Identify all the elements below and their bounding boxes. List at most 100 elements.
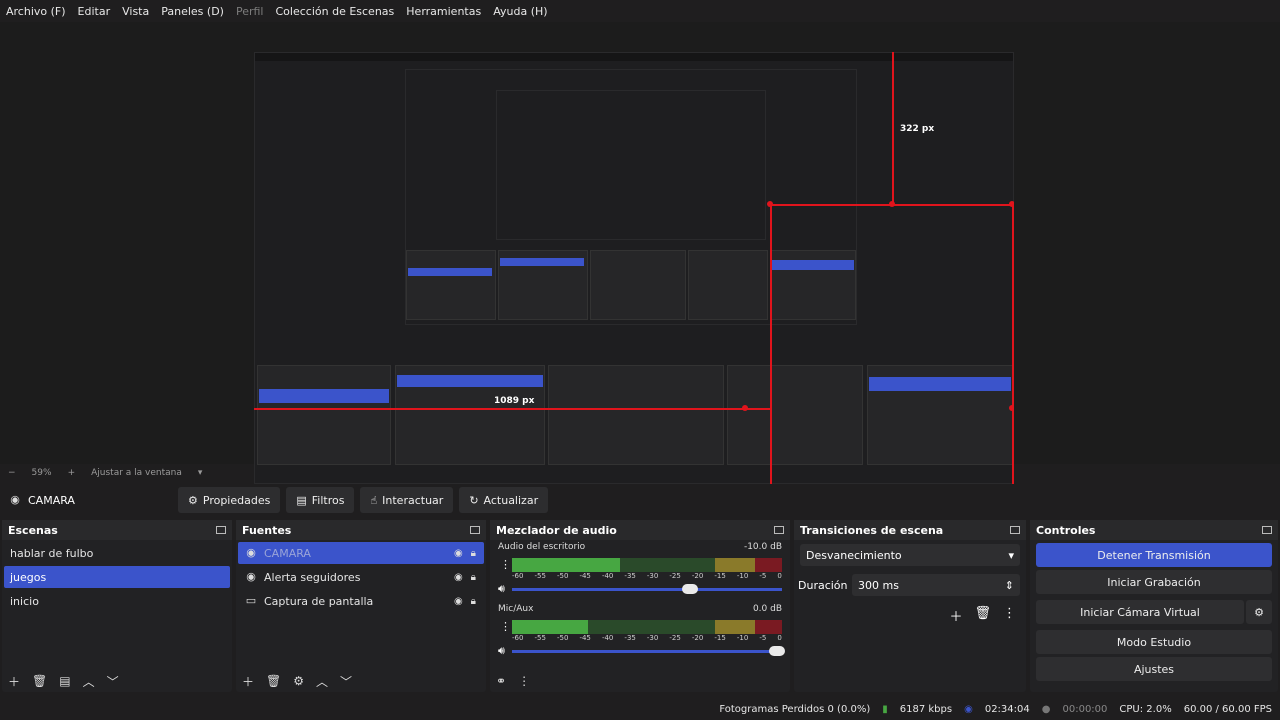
mixer-title: Mezclador de audio <box>496 523 617 537</box>
trash-icon[interactable]: 🗑 <box>266 674 281 688</box>
hand-icon: ☝ <box>370 493 378 507</box>
undock-icon[interactable] <box>774 526 784 534</box>
source-item[interactable]: ▭ Captura de pantalla ◉ 🔒︎ <box>238 590 484 612</box>
meter-tick: -40 <box>601 634 614 642</box>
red-guide-line <box>892 52 894 204</box>
interact-button[interactable]: ☝ Interactuar <box>360 487 454 513</box>
refresh-label: Actualizar <box>483 493 539 507</box>
kebab-icon[interactable]: ⋮ <box>500 558 511 571</box>
speaker-icon[interactable]: 🔊︎ <box>498 582 505 596</box>
gear-icon[interactable]: ⚙ <box>293 674 304 688</box>
eye-icon[interactable]: ◉ <box>454 596 463 607</box>
meter-tick: -50 <box>556 572 569 580</box>
chevron-up-icon[interactable]: ︿ <box>316 673 328 690</box>
scene-item[interactable]: juegos <box>4 566 230 588</box>
eye-icon[interactable]: ◉ <box>454 548 463 559</box>
handle-dot[interactable] <box>1009 405 1014 411</box>
preview-canvas[interactable]: 322 px 1089 px <box>254 52 1014 484</box>
meter-tick: -30 <box>646 634 659 642</box>
source-label: Alerta seguidores <box>264 570 361 584</box>
source-item[interactable]: ◉ CAMARA ◉ 🔒︎ <box>238 542 484 564</box>
meter-tick: -60 <box>512 572 524 580</box>
start-virtual-camera-button[interactable]: Iniciar Cámara Virtual <box>1036 600 1244 624</box>
undock-icon[interactable] <box>1262 526 1272 534</box>
menu-coleccion[interactable]: Colección de Escenas <box>276 5 395 18</box>
zoom-value: 59% <box>31 468 52 478</box>
transition-value: Desvanecimiento <box>806 548 902 562</box>
settings-button[interactable]: Ajustes <box>1036 657 1272 681</box>
source-label: Captura de pantalla <box>264 594 374 608</box>
add-icon[interactable]: ＋ <box>8 673 20 690</box>
handle-dot[interactable] <box>1009 201 1014 207</box>
scene-item[interactable]: inicio <box>4 590 230 612</box>
start-recording-button[interactable]: Iniciar Grabación <box>1036 570 1272 594</box>
stepper-icon[interactable]: ⇕ <box>1005 579 1014 592</box>
volume-meter <box>512 558 782 572</box>
meter-tick: -55 <box>534 634 546 642</box>
filters-button[interactable]: ▤ Filtros <box>286 487 355 513</box>
duration-value: 300 ms <box>858 578 899 592</box>
menu-archivo[interactable]: Archivo (F) <box>6 5 66 18</box>
add-icon[interactable]: ＋ <box>949 606 962 625</box>
add-icon[interactable]: ＋ <box>242 673 254 690</box>
lock-icon[interactable]: 🔒︎ <box>471 548 476 559</box>
controls-title: Controles <box>1036 523 1096 537</box>
filter-icon[interactable]: ▤ <box>59 674 70 688</box>
kebab-icon[interactable]: ⋮ <box>518 674 530 688</box>
chevron-down-icon[interactable]: ▾ <box>198 468 203 478</box>
link-icon[interactable]: ⚭ <box>496 674 506 688</box>
red-guide-line <box>254 408 770 410</box>
preview-area[interactable]: 322 px 1089 px <box>0 22 1280 484</box>
speaker-icon[interactable]: 🔊︎ <box>498 644 505 658</box>
meter-tick: 0 <box>777 572 782 580</box>
trash-icon[interactable]: 🗑 <box>974 606 991 625</box>
stop-stream-button[interactable]: Detener Transmisión <box>1036 543 1272 567</box>
undock-icon[interactable] <box>216 526 226 534</box>
menu-ayuda[interactable]: Ayuda (H) <box>493 5 547 18</box>
kebab-icon[interactable]: ⋮ <box>500 620 511 633</box>
chevron-up-icon[interactable]: ︿ <box>83 673 95 690</box>
volume-slider[interactable] <box>512 646 785 656</box>
handle-dot[interactable] <box>889 201 895 207</box>
gear-icon: ⚙ <box>1254 605 1264 619</box>
handle-dot[interactable] <box>742 405 748 411</box>
refresh-button[interactable]: ↻ Actualizar <box>459 487 549 513</box>
eye-icon[interactable]: ◉ <box>454 572 463 583</box>
bitrate: 6187 kbps <box>899 703 953 715</box>
undock-icon[interactable] <box>470 526 480 534</box>
volume-slider[interactable] <box>512 584 782 594</box>
virtual-camera-settings-button[interactable]: ⚙ <box>1246 600 1272 624</box>
trash-icon[interactable]: 🗑 <box>32 674 47 688</box>
status-bar: Fotogramas Perdidos 0 (0.0%) ▮ 6187 kbps… <box>0 698 1280 720</box>
menu-vista[interactable]: Vista <box>122 5 149 18</box>
zoom-out-button[interactable]: − <box>8 468 16 478</box>
meter-tick: -60 <box>512 634 524 642</box>
menu-herramientas[interactable]: Herramientas <box>406 5 481 18</box>
menu-editar[interactable]: Editar <box>78 5 111 18</box>
meter-tick: -25 <box>669 634 681 642</box>
scene-item[interactable]: hablar de fulbo <box>4 542 230 564</box>
transition-select[interactable]: Desvanecimiento ▾ <box>800 544 1020 566</box>
properties-button[interactable]: ⚙ Propiedades <box>178 487 281 513</box>
lock-icon[interactable]: 🔒︎ <box>471 572 476 583</box>
studio-mode-button[interactable]: Modo Estudio <box>1036 630 1272 654</box>
meter-ticks: -60 -55 -50 -45 -40 -35 -30 -25 -20 -15 -10 -5 0 <box>512 634 782 643</box>
menu-perfil[interactable]: Perfil <box>236 5 264 18</box>
selected-source: ◉ CAMARA <box>8 493 178 507</box>
browser-icon: ◉ <box>246 570 256 583</box>
meter-tick: -15 <box>714 634 726 642</box>
stream-time: 02:34:04 <box>984 703 1030 715</box>
source-item[interactable]: ◉ Alerta seguidores ◉ 🔒︎ <box>238 566 484 588</box>
menu-paneles[interactable]: Paneles (D) <box>161 5 224 18</box>
meter-ticks: -60 -55 -50 -45 -40 -35 -30 -25 -20 -15 -10 -5 0 <box>512 572 782 581</box>
fit-to-window[interactable]: Ajustar a la ventana <box>91 468 182 478</box>
duration-input[interactable]: 300 ms ⇕ <box>852 574 1020 596</box>
chevron-down-icon[interactable]: ﹀ <box>340 673 352 690</box>
undock-icon[interactable] <box>1010 526 1020 534</box>
kebab-icon[interactable]: ⋮ <box>1003 606 1016 625</box>
zoom-in-button[interactable]: + <box>68 468 76 478</box>
handle-dot[interactable] <box>767 201 773 207</box>
chevron-down-icon[interactable]: ﹀ <box>107 673 119 690</box>
source-label: CAMARA <box>264 546 311 560</box>
lock-icon[interactable]: 🔒︎ <box>471 596 476 607</box>
